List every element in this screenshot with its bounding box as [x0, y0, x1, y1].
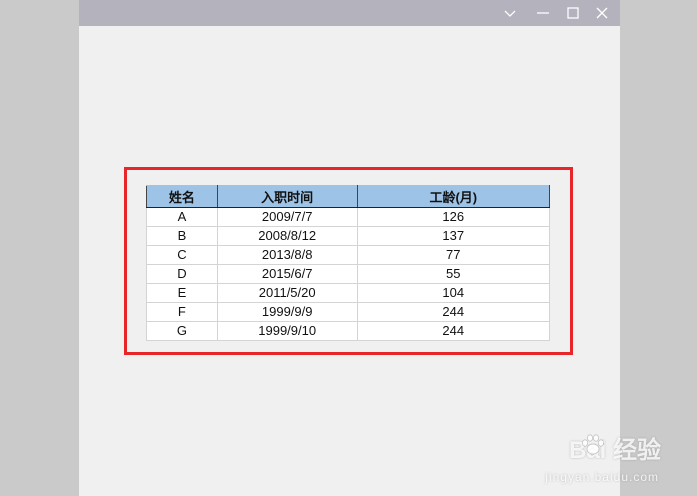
- header-row: 姓名 入职时间 工龄(月): [146, 185, 551, 208]
- app-window: 姓名 入职时间 工龄(月) A 2009/7/7 126 B 2008/8/12…: [79, 0, 620, 496]
- cell-name[interactable]: D: [146, 264, 218, 284]
- cell-name[interactable]: A: [146, 207, 218, 227]
- cell-hire-date[interactable]: 2015/6/7: [216, 264, 358, 284]
- cell-tenure[interactable]: 126: [356, 207, 551, 227]
- minimize-button[interactable]: [528, 0, 558, 26]
- table-row: E 2011/5/20 104: [146, 283, 551, 303]
- cell-tenure[interactable]: 244: [356, 302, 551, 322]
- cell-hire-date[interactable]: 1999/9/10: [216, 321, 358, 341]
- cell-name[interactable]: C: [146, 245, 218, 265]
- table-row: F 1999/9/9 244: [146, 302, 551, 322]
- cell-tenure[interactable]: 137: [356, 226, 551, 246]
- table-row: D 2015/6/7 55: [146, 264, 551, 284]
- table-row: G 1999/9/10 244: [146, 321, 551, 341]
- table-row: A 2009/7/7 126: [146, 207, 551, 227]
- minimize-icon: [537, 12, 549, 14]
- cell-tenure[interactable]: 77: [356, 245, 551, 265]
- header-name[interactable]: 姓名: [146, 185, 218, 208]
- title-bar: [79, 0, 620, 26]
- cell-name[interactable]: G: [146, 321, 218, 341]
- cell-hire-date[interactable]: 2008/8/12: [216, 226, 358, 246]
- table-row: B 2008/8/12 137: [146, 226, 551, 246]
- header-hire-date[interactable]: 入职时间: [216, 185, 358, 208]
- maximize-icon: [567, 7, 579, 19]
- chevron-down-icon: [504, 10, 516, 17]
- cell-name[interactable]: B: [146, 226, 218, 246]
- table-row: C 2013/8/8 77: [146, 245, 551, 265]
- cell-tenure[interactable]: 104: [356, 283, 551, 303]
- cell-tenure[interactable]: 55: [356, 264, 551, 284]
- header-tenure-months[interactable]: 工龄(月): [356, 185, 551, 208]
- paw-icon: [582, 434, 604, 455]
- close-button[interactable]: [587, 0, 617, 26]
- collapse-button[interactable]: [495, 0, 525, 26]
- maximize-button[interactable]: [558, 0, 588, 26]
- watermark-url: jingyan.baidu.com: [545, 470, 659, 484]
- cell-name[interactable]: F: [146, 302, 218, 322]
- close-icon: [596, 7, 608, 19]
- cell-hire-date[interactable]: 2013/8/8: [216, 245, 358, 265]
- baidu-jingyan-watermark: Bai 经验 jingyan.baidu.com: [533, 430, 661, 484]
- cell-hire-date[interactable]: 2009/7/7: [216, 207, 358, 227]
- cell-tenure[interactable]: 244: [356, 321, 551, 341]
- cell-hire-date[interactable]: 2011/5/20: [216, 283, 358, 303]
- cell-hire-date[interactable]: 1999/9/9: [216, 302, 358, 322]
- data-table: 姓名 入职时间 工龄(月) A 2009/7/7 126 B 2008/8/12…: [146, 185, 551, 341]
- cell-name[interactable]: E: [146, 283, 218, 303]
